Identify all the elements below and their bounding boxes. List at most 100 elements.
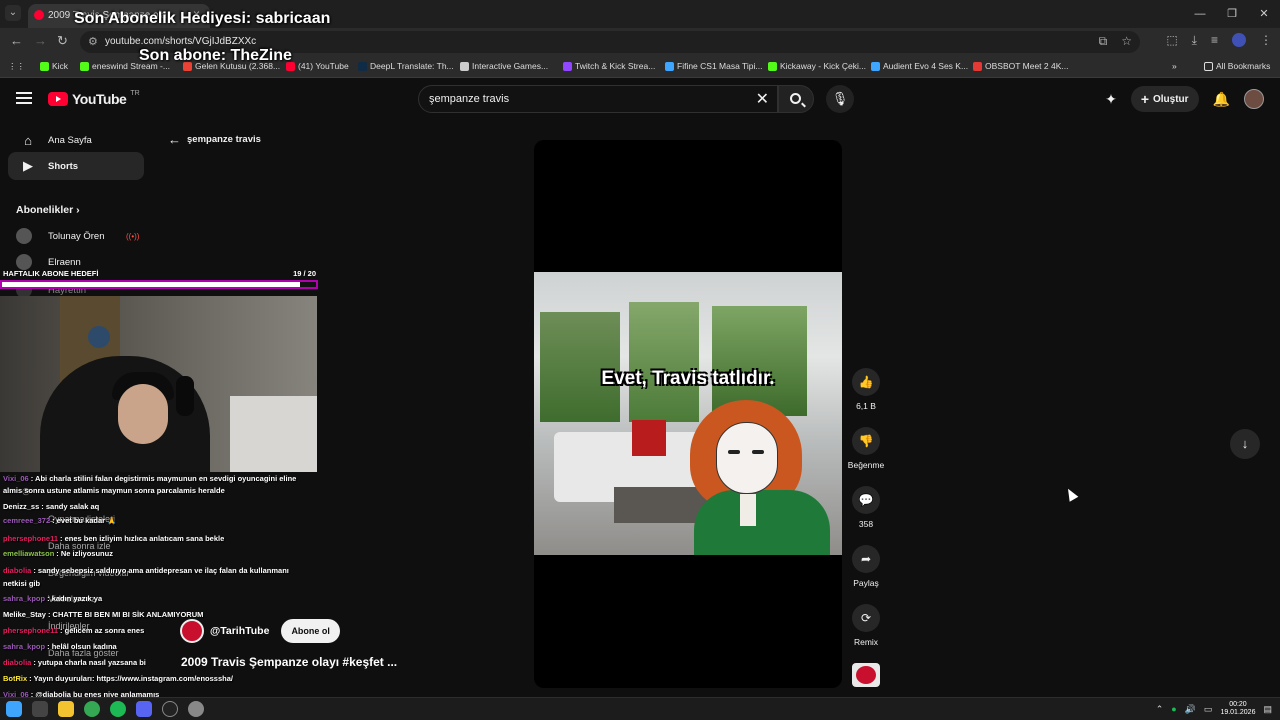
bookmark-item[interactable]: Interactive Games...: [460, 61, 548, 71]
chat-text: almis sonra ustune atlamis maymun sonra …: [3, 486, 225, 495]
spotify-icon[interactable]: [110, 701, 126, 717]
chat-text: : evet bu kadar 🙏: [52, 516, 117, 525]
notifications-icon[interactable]: ▤: [1263, 704, 1272, 715]
thumbs-up-icon[interactable]: 👍: [852, 368, 880, 396]
sparkle-icon[interactable]: ✦: [1105, 91, 1117, 108]
bookmark-item[interactable]: Twitch & Kick Strea...: [563, 61, 655, 71]
extensions-icon[interactable]: ⬚: [1166, 33, 1177, 48]
remix-label: Remix: [853, 637, 879, 647]
voice-search-button[interactable]: 🎙: [826, 85, 854, 113]
window-controls: — ❐ ✕: [1184, 0, 1280, 28]
subscribe-button[interactable]: Abone ol: [281, 619, 340, 643]
app-icon[interactable]: [188, 701, 204, 717]
sidebar-item-label: Ana Sayfa: [48, 134, 92, 146]
apps-icon[interactable]: ⋮⋮: [8, 61, 25, 72]
bookmark-label: Twitch & Kick Strea...: [575, 61, 656, 71]
share-action[interactable]: ➦ Paylaş: [846, 545, 886, 588]
subscription-label: Tolunay Ören: [48, 230, 105, 242]
search-taskbar-icon[interactable]: [32, 701, 48, 717]
back-icon[interactable]: ←: [10, 33, 23, 48]
bookmark-label: OBSBOT Meet 2 4K...: [985, 61, 1069, 71]
close-window-button[interactable]: ✕: [1248, 0, 1280, 28]
all-bookmarks[interactable]: All Bookmarks: [1204, 61, 1270, 71]
channel-name[interactable]: @TarihTube: [210, 625, 269, 637]
tray-chevron-icon[interactable]: ⌃: [1156, 704, 1164, 715]
bookmark-item[interactable]: (41) YouTube: [286, 61, 349, 71]
bookmark-item[interactable]: Fifine CS1 Masa Tipi...: [665, 61, 763, 71]
menu-icon[interactable]: [16, 92, 32, 104]
remix-icon[interactable]: ⟳: [852, 604, 880, 632]
media-control-icon[interactable]: ≡: [1211, 33, 1218, 48]
chat-text: : Abi charla stilini falan degistirmis m…: [30, 474, 297, 483]
chat-message: phersephone11: enes ben izliyim hızlıca …: [3, 534, 224, 543]
video-title[interactable]: 2009 Travis Şempanze olayı #keşfet ...: [181, 655, 397, 669]
thumbs-down-icon[interactable]: 👎: [852, 427, 880, 455]
clear-search-icon[interactable]: ✕: [756, 89, 769, 109]
webcam-feed: [0, 296, 317, 472]
channel-thumbnail[interactable]: [852, 663, 880, 687]
volume-icon[interactable]: 🔊: [1185, 704, 1196, 715]
forward-icon[interactable]: →: [34, 33, 47, 48]
comments-action[interactable]: 💬 358: [846, 486, 886, 529]
network-icon[interactable]: ▭: [1204, 704, 1213, 715]
bookmark-item[interactable]: DeepL Translate: Th...: [358, 61, 454, 71]
install-app-icon[interactable]: ⧉: [1099, 34, 1108, 49]
chat-message: cemreee_372: evet bu kadar 🙏: [3, 516, 117, 525]
tab-search-button[interactable]: ⌄: [5, 5, 21, 21]
windows-start-icon[interactable]: [6, 701, 22, 717]
browser-menu-icon[interactable]: ⋮: [1260, 33, 1272, 48]
spotify-tray-icon[interactable]: ●: [1171, 704, 1176, 714]
shorts-back-row[interactable]: ← şempanze travis: [168, 132, 261, 147]
youtube-logo[interactable]: YouTube TR: [48, 90, 140, 107]
sidebar-item-shorts[interactable]: ▶ Shorts: [8, 152, 144, 180]
bookmark-item[interactable]: OBSBOT Meet 2 4K...: [973, 61, 1068, 71]
create-label: Oluştur: [1153, 93, 1189, 105]
chat-text: : Ne izliyosunuz: [56, 549, 113, 558]
discord-icon[interactable]: [136, 701, 152, 717]
account-avatar[interactable]: [1244, 89, 1264, 109]
remix-action[interactable]: ⟳ Remix: [846, 604, 886, 647]
chat-username: Denizz_ss: [3, 502, 40, 511]
bookmark-item[interactable]: Audient Evo 4 Ses K...: [871, 61, 968, 71]
minimize-button[interactable]: —: [1184, 0, 1216, 28]
bookmark-label: Kickaway - Kick Çeki...: [780, 61, 866, 71]
bookmark-label: Fifine CS1 Masa Tipi...: [677, 61, 763, 71]
chat-message: sahra_kpop: kadın yazık ya: [3, 594, 102, 603]
like-action[interactable]: 👍 6,1 B: [846, 368, 886, 411]
search-button[interactable]: [778, 85, 814, 113]
chat-text: : CHATTE BI BEN MI BI SİK ANLAMIYORUM: [47, 610, 204, 619]
channel-avatar[interactable]: [180, 619, 204, 643]
obs-icon[interactable]: [162, 701, 178, 717]
share-icon[interactable]: ➦: [852, 545, 880, 573]
goal-progress-bar: [0, 280, 318, 289]
goal-title: HAFTALIK ABONE HEDEFİ: [3, 269, 99, 278]
plus-icon: +: [1140, 91, 1149, 107]
system-tray: ⌃ ● 🔊 ▭ 00:20 19.01.2026 ▤: [1156, 701, 1272, 717]
sidebar-item-home[interactable]: ⌂ Ana Sayfa: [8, 126, 144, 154]
more-bookmarks-icon[interactable]: »: [1172, 61, 1177, 71]
profile-avatar[interactable]: [1232, 33, 1246, 47]
chrome-icon[interactable]: [84, 701, 100, 717]
notifications-bell-icon[interactable]: 🔔: [1213, 91, 1230, 108]
like-count: 6,1 B: [856, 401, 876, 411]
downloads-icon[interactable]: ⤓: [1192, 33, 1197, 48]
restore-button[interactable]: ❐: [1216, 0, 1248, 28]
subscriptions-heading[interactable]: Abonelikler ›: [16, 204, 80, 216]
stream-chat: Vixi_06: Abi charla stilini falan degist…: [0, 472, 330, 714]
bookmark-star-icon[interactable]: ☆: [1121, 34, 1132, 49]
comment-icon[interactable]: 💬: [852, 486, 880, 514]
chat-message: netkisi gib: [3, 579, 40, 588]
reload-icon[interactable]: ↻: [57, 33, 68, 49]
next-short-button[interactable]: ↓: [1230, 429, 1260, 459]
chat-username: diabolia: [3, 566, 32, 575]
file-explorer-icon[interactable]: [58, 701, 74, 717]
bookmark-item[interactable]: Kick: [40, 61, 68, 71]
short-video-player[interactable]: Evet, Travis tatlıdır.: [534, 140, 842, 688]
create-button[interactable]: + Oluştur: [1130, 86, 1199, 112]
bookmark-item[interactable]: Kickaway - Kick Çeki...: [768, 61, 866, 71]
subscription-item[interactable]: Tolunay Ören: [16, 228, 105, 244]
search-input[interactable]: şempanze travis ✕: [418, 85, 778, 113]
site-info-icon[interactable]: ⚙: [88, 35, 98, 48]
dislike-action[interactable]: 👎 Beğenme: [846, 427, 886, 470]
clock[interactable]: 00:20 19.01.2026: [1220, 701, 1255, 717]
